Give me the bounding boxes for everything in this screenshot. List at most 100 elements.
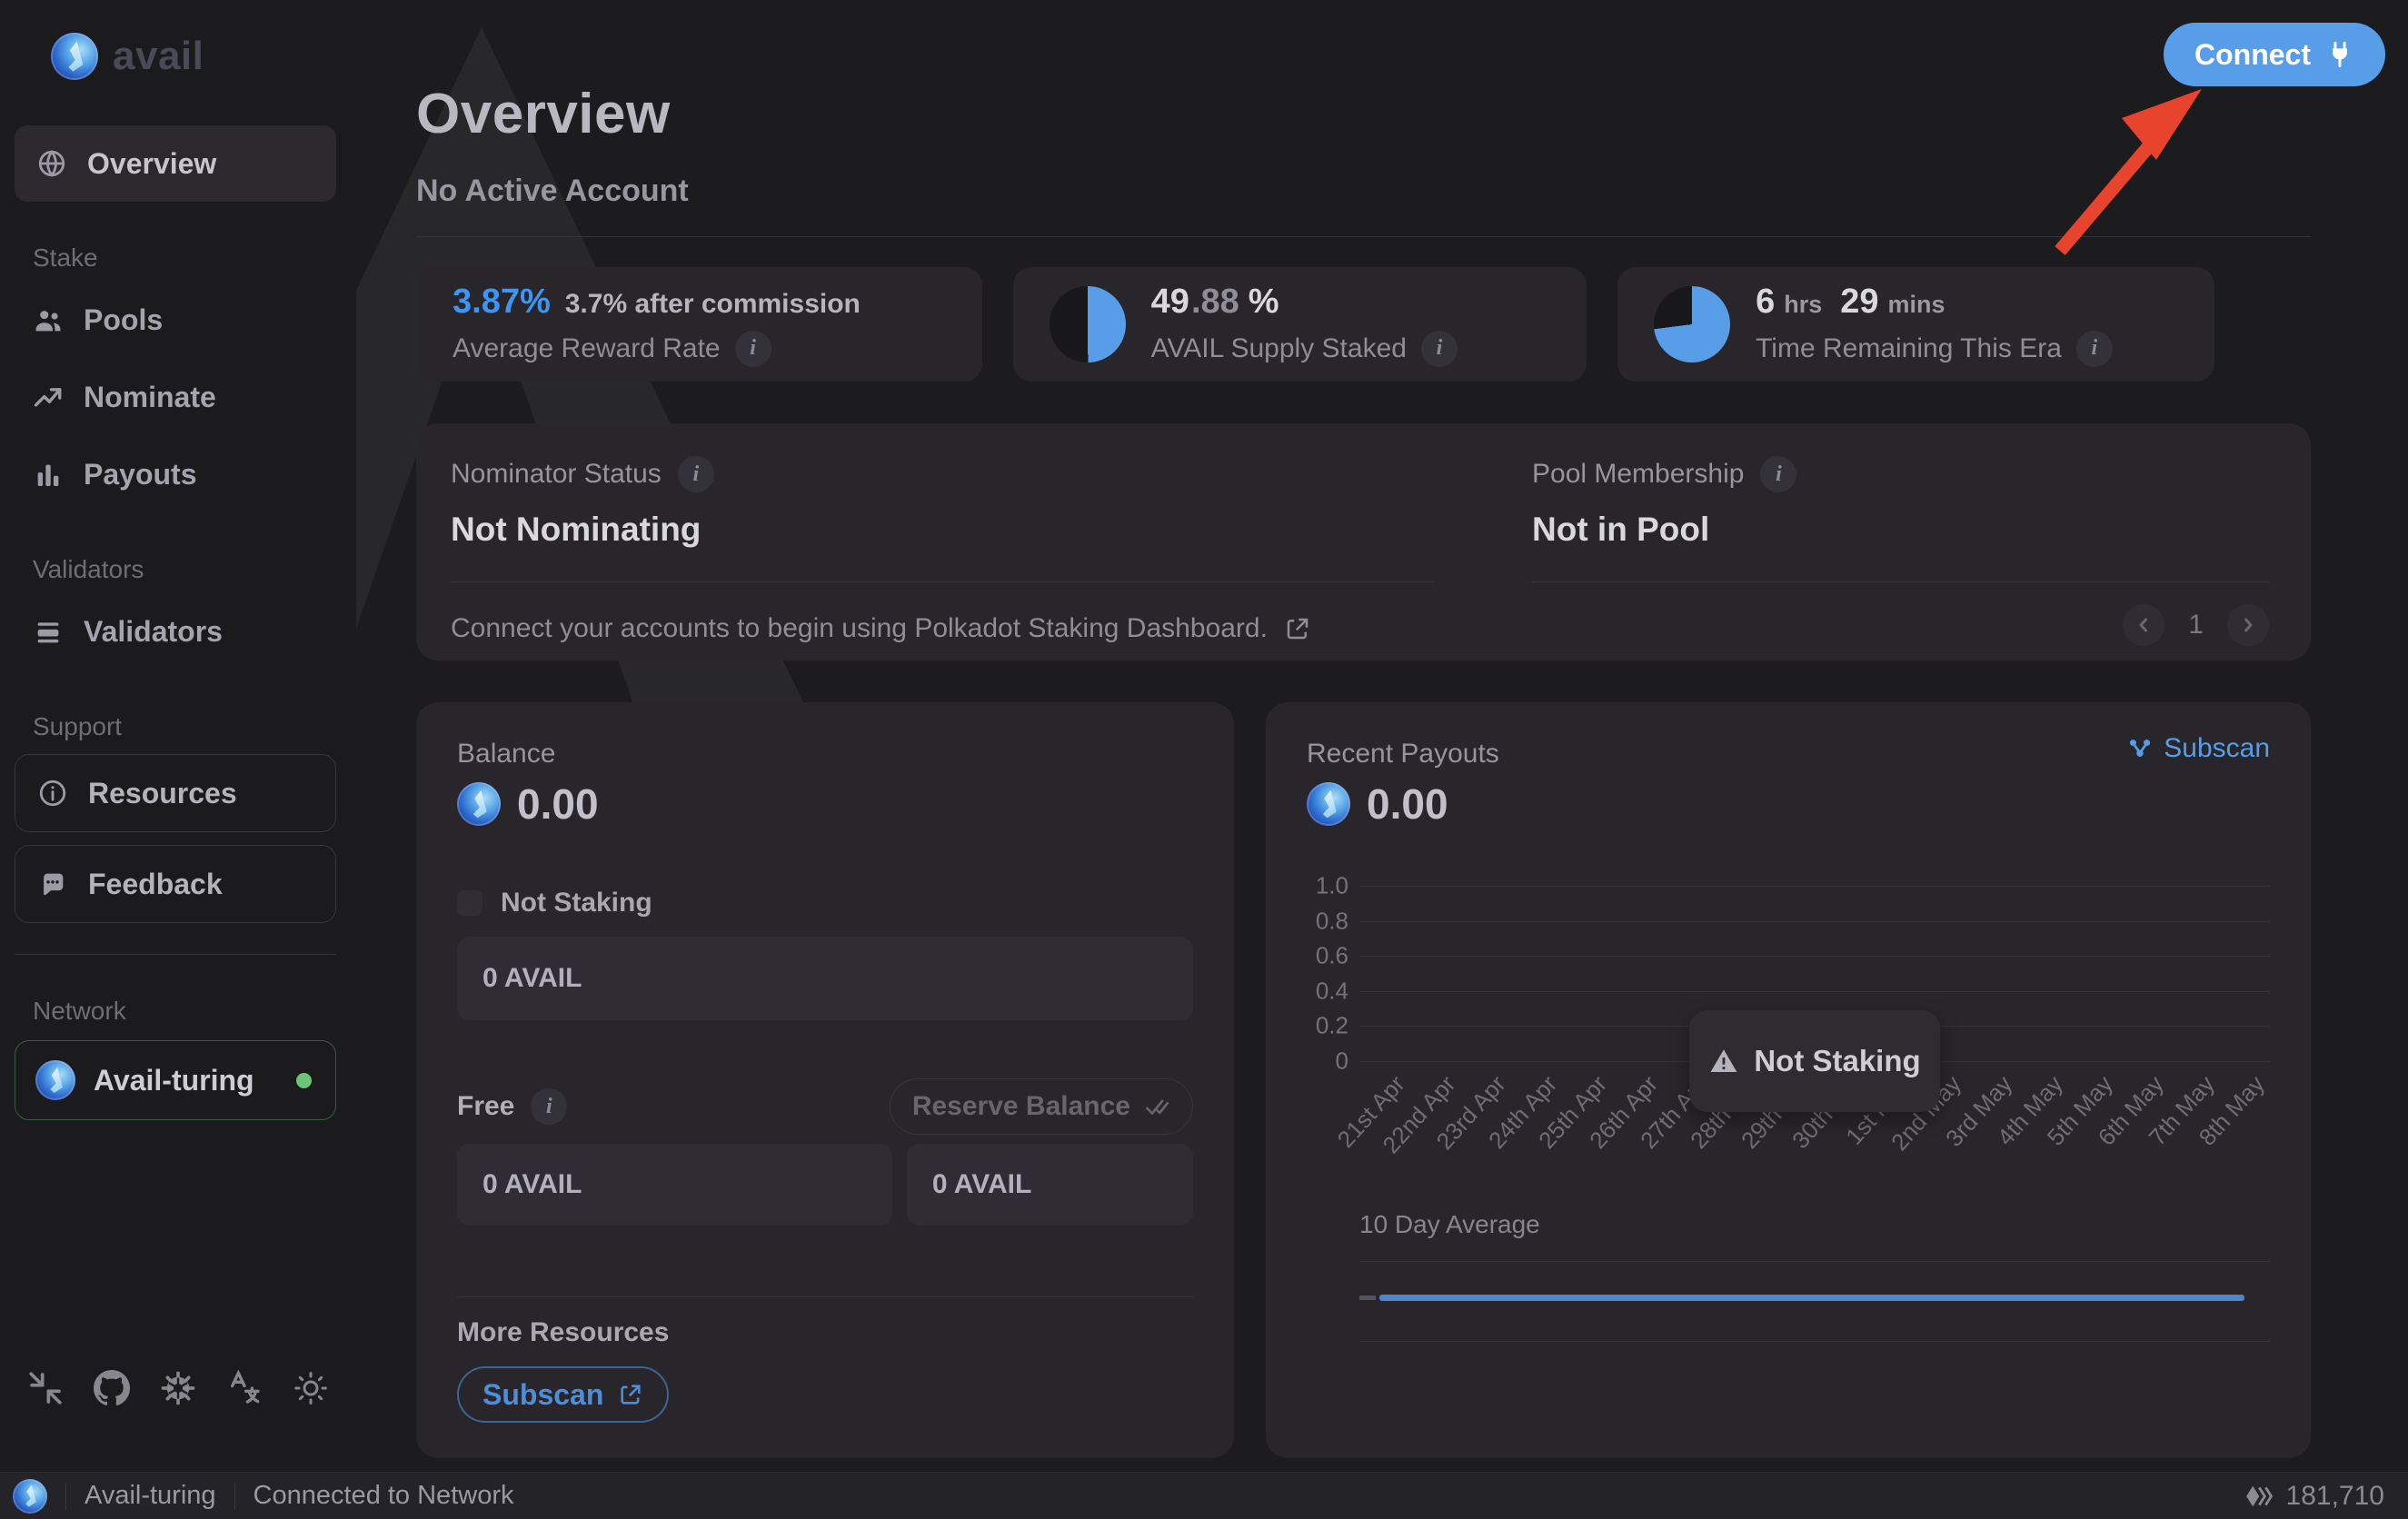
footer-network-name: Avail-turing: [85, 1481, 216, 1511]
sidebar-sections: StakePoolsNominatePayoutsValidatorsValid…: [0, 243, 356, 923]
github-icon[interactable]: [94, 1370, 130, 1406]
block-height: 181,710: [2244, 1481, 2384, 1512]
payouts-chart: 1.00.80.60.40.20 Not Staking: [1359, 886, 2270, 1061]
recent-payouts-title: Recent Payouts: [1307, 739, 1499, 769]
era-hours: 6: [1756, 283, 1775, 322]
subscan-icon: [2127, 736, 2153, 761]
page-number: 1: [2188, 610, 2204, 640]
reward-rate-note: 3.7% after commission: [565, 289, 861, 320]
grid-line: [1359, 1261, 2270, 1262]
page-next-button[interactable]: [2227, 604, 2269, 646]
brand: avail: [51, 33, 356, 80]
grid-line: [1359, 956, 2270, 957]
avg-series: [1359, 1295, 2270, 1301]
sidebar-item-validators[interactable]: Validators: [0, 593, 356, 670]
bar-chart-icon: [33, 460, 64, 491]
sidebar-item-overview[interactable]: Overview: [15, 125, 336, 202]
avail-logo-icon: [51, 33, 98, 80]
connect-prompt-text: Connect your accounts to begin using Pol…: [451, 613, 1268, 644]
sidebar-item-payouts[interactable]: Payouts: [0, 436, 356, 513]
sidebar-item-label: Feedback: [88, 868, 223, 901]
reserve-balance-label: Reserve Balance: [912, 1091, 1130, 1122]
subscan-link[interactable]: Subscan: [2127, 733, 2270, 764]
avg-line: [1379, 1295, 2244, 1301]
nominator-status-value: Not Nominating: [451, 511, 1435, 549]
chevron-left-icon: [2133, 614, 2154, 636]
info-icon[interactable]: i: [1421, 331, 1458, 367]
double-check-icon: [1143, 1093, 1170, 1120]
sidebar-item-label: Payouts: [84, 458, 196, 491]
supply-dec: .88: [1191, 283, 1239, 322]
theme-sun-icon[interactable]: [293, 1370, 329, 1406]
sidebar-item-resources[interactable]: Resources: [15, 754, 336, 832]
connect-button[interactable]: Connect: [2164, 23, 2385, 86]
recent-payouts-card: Recent Payouts Subscan 0.00 1.00.80.60.4…: [1266, 702, 2311, 1458]
reserve-amount-value: 0 AVAIL: [932, 1169, 1031, 1200]
not-staking-legend: Not Staking: [501, 888, 652, 918]
sidebar-divider: [15, 954, 336, 955]
reserve-amount-box: 0 AVAIL: [907, 1144, 1193, 1226]
bottom-row: Balance 0.00 Not Staking 0 AVAIL Free i …: [416, 702, 2311, 1458]
divider: [451, 581, 1435, 582]
y-axis-tick: 1.0: [1307, 872, 1348, 900]
network-status-dot: [296, 1073, 312, 1088]
avail-token-icon: [1307, 782, 1350, 826]
supply-staked-pie-icon: [1050, 286, 1126, 362]
y-axis-tick: 0.8: [1307, 907, 1348, 935]
not-staking-checkbox[interactable]: [457, 890, 483, 916]
era-hours-unit: hrs: [1784, 291, 1822, 319]
info-icon[interactable]: i: [1760, 456, 1796, 492]
subscan-button[interactable]: Subscan: [457, 1366, 669, 1423]
sidebar-item-label: Validators: [84, 615, 223, 649]
language-icon[interactable]: [226, 1370, 263, 1406]
block-icon: [2244, 1481, 2275, 1512]
balance-card: Balance 0.00 Not Staking 0 AVAIL Free i …: [416, 702, 1234, 1458]
info-icon[interactable]: i: [735, 331, 771, 367]
divider: [234, 1483, 235, 1510]
network-selector[interactable]: Avail-turing: [15, 1040, 336, 1120]
settings-gear-icon[interactable]: [160, 1370, 196, 1406]
connect-prompt[interactable]: Connect your accounts to begin using Pol…: [451, 613, 1435, 644]
sidebar-item-nominate[interactable]: Nominate: [0, 359, 356, 436]
footer: Avail-turing Connected to Network 181,71…: [0, 1472, 2408, 1519]
page-title: Overview: [416, 82, 2311, 146]
page-prev-button[interactable]: [2123, 604, 2164, 646]
avail-token-icon: [457, 782, 501, 826]
warning-icon: [1708, 1046, 1739, 1077]
era-mins-unit: mins: [1888, 291, 1945, 319]
stat-card-reward-rate: 3.87% 3.7% after commission Average Rewa…: [416, 267, 982, 382]
payouts-amount: 0.00: [1367, 779, 1448, 829]
status-card: Nominator Status i Not Nominating Connec…: [416, 423, 2311, 660]
grid-line: [1359, 1341, 2270, 1342]
collapse-sidebar-icon[interactable]: [27, 1370, 64, 1406]
info-icon[interactable]: i: [531, 1088, 567, 1125]
stats-row: 3.87% 3.7% after commission Average Rewa…: [416, 267, 2214, 382]
network-heading: Network: [33, 997, 356, 1026]
globe-icon: [36, 148, 67, 179]
brand-wordmark: avail: [113, 34, 204, 79]
era-time-pie-icon: [1654, 286, 1730, 362]
pool-membership-section: Pool Membership i Not in Pool 1: [1532, 456, 2269, 660]
grid-line: [1359, 991, 2270, 992]
avg-label: 10 Day Average: [1359, 1210, 2270, 1239]
era-time-label: Time Remaining This Era: [1756, 333, 2062, 364]
y-axis-tick: 0: [1307, 1047, 1348, 1076]
avail-logo-icon: [13, 1479, 47, 1514]
subscan-link-label: Subscan: [2164, 733, 2270, 764]
sidebar-item-feedback[interactable]: Feedback: [15, 845, 336, 923]
network-name: Avail-turing: [94, 1064, 278, 1097]
reserve-balance-button[interactable]: Reserve Balance: [890, 1078, 1193, 1135]
block-height-value: 181,710: [2286, 1481, 2384, 1512]
era-mins: 29: [1840, 283, 1878, 322]
pool-membership-label: Pool Membership: [1532, 459, 1744, 490]
chevron-right-icon: [2237, 614, 2259, 636]
info-icon[interactable]: i: [2076, 331, 2113, 367]
staked-amount-bar: 0 AVAIL: [457, 937, 1193, 1020]
info-circle-icon: [37, 778, 68, 809]
sidebar-tools: [27, 1370, 329, 1406]
sidebar-item-pools[interactable]: Pools: [0, 282, 356, 359]
info-icon[interactable]: i: [678, 456, 714, 492]
sidebar-item-label: Pools: [84, 303, 163, 337]
stat-card-era-time: 6 hrs 29 mins Time Remaining This Era i: [1617, 267, 2214, 382]
sidebar-item-label: Nominate: [84, 381, 216, 414]
